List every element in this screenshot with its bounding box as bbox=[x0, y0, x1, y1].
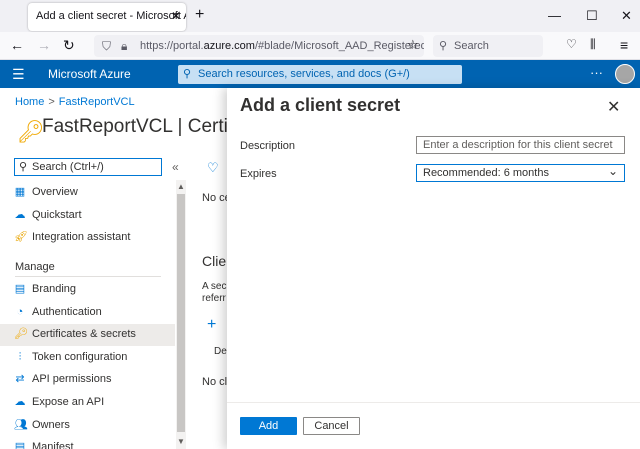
sidebar-item-quickstart[interactable]: ☁ Quickstart bbox=[0, 205, 175, 227]
sidebar-item-label: API permissions bbox=[32, 373, 112, 386]
sidebar-item-label: Authentication bbox=[32, 305, 102, 318]
sidebar-item-certificates-secrets[interactable]: 🔑︎ Certificates & secrets bbox=[0, 324, 175, 347]
manifest-icon: ▤ bbox=[14, 441, 26, 449]
lock-icon[interactable]: 🔒︎ bbox=[121, 39, 127, 54]
bookmark-star-icon[interactable]: ☆ bbox=[407, 37, 419, 53]
sidebar-item-integration-assistant[interactable]: 🚀︎ Integration assistant bbox=[0, 227, 175, 249]
token-icon: ⫶ bbox=[18, 350, 22, 363]
cloud-icon: ☁ bbox=[14, 208, 26, 221]
close-icon[interactable]: ✕ bbox=[607, 97, 620, 117]
avatar[interactable] bbox=[615, 64, 635, 84]
expires-value: Recommended: 6 months bbox=[423, 167, 549, 179]
azure-top-bar: ☰ Microsoft Azure ⚲ Search resources, se… bbox=[0, 60, 640, 88]
url-domain: azure.com bbox=[203, 40, 255, 52]
add-secret-icon[interactable]: + bbox=[207, 316, 216, 334]
expires-dropdown[interactable]: Recommended: 6 months ⌄ bbox=[416, 164, 625, 182]
portal-menu-icon[interactable]: ☰ bbox=[12, 66, 25, 83]
back-icon[interactable]: ← bbox=[10, 37, 24, 53]
left-menu-search[interactable]: ⚲ Search (Ctrl+/) bbox=[14, 158, 162, 176]
rocket-icon: 🚀︎ bbox=[14, 231, 28, 244]
azure-search-box[interactable]: ⚲ Search resources, services, and docs (… bbox=[178, 65, 462, 84]
library-icon[interactable]: ⫼ bbox=[590, 37, 596, 52]
sidebar-item-label: Integration assistant bbox=[32, 231, 131, 244]
description-label: Description bbox=[240, 140, 296, 152]
scroll-up-icon[interactable]: ▲ bbox=[177, 182, 185, 191]
browser-tab-title: Add a client secret - Microsoft Azure bbox=[36, 10, 186, 22]
sidebar-item-label: Manifest bbox=[32, 441, 74, 449]
browser-search-box[interactable]: ⚲ Search bbox=[433, 35, 543, 57]
menu-icon[interactable]: ≡ bbox=[620, 37, 628, 53]
browser-tab[interactable]: Add a client secret - Microsoft Azure ✕ bbox=[28, 3, 186, 31]
sidebar-item-authentication[interactable]: ◔ Authentication bbox=[0, 302, 175, 324]
azure-brand[interactable]: Microsoft Azure bbox=[48, 67, 131, 81]
minimize-icon[interactable]: — bbox=[548, 8, 561, 23]
key-icon: 🔑︎ bbox=[17, 119, 45, 144]
left-menu-scrollbar[interactable]: ▲ ▼ bbox=[176, 180, 186, 449]
auth-icon: ◔ bbox=[16, 305, 24, 318]
more-icon[interactable]: ··· bbox=[590, 65, 603, 80]
azure-search-placeholder: Search resources, services, and docs (G+… bbox=[198, 68, 410, 80]
sidebar-item-manifest[interactable]: ▤ Manifest bbox=[0, 437, 175, 449]
forward-icon[interactable]: → bbox=[37, 37, 51, 53]
browser-tab-strip: Add a client secret - Microsoft Azure ✕ … bbox=[0, 0, 640, 32]
left-search-placeholder: Search (Ctrl+/) bbox=[32, 161, 104, 173]
chevron-down-icon: ⌄ bbox=[607, 164, 618, 178]
expires-label: Expires bbox=[240, 168, 277, 180]
browser-nav-bar: ← → ↻ ⛉ 🔒︎ https://portal.azure.com/#bla… bbox=[0, 32, 640, 60]
permissions-icon: ⇄ bbox=[15, 373, 25, 386]
panel-title: Add a client secret bbox=[240, 95, 401, 115]
panel-footer-divider bbox=[227, 402, 640, 403]
breadcrumb-separator: > bbox=[48, 96, 55, 108]
breadcrumb-app[interactable]: FastReportVCL bbox=[59, 96, 135, 108]
sidebar-item-expose-an-api[interactable]: ☁ Expose an API bbox=[0, 392, 175, 414]
new-tab-icon[interactable]: + bbox=[195, 6, 204, 24]
browser-search-placeholder: Search bbox=[454, 40, 489, 52]
search-icon: ⚲ bbox=[439, 40, 448, 52]
owners-icon: 👥︎ bbox=[14, 418, 28, 431]
sidebar-item-label: Expose an API bbox=[32, 396, 105, 408]
search-icon: ⚲ bbox=[19, 161, 28, 173]
maximize-icon[interactable]: ☐ bbox=[586, 8, 598, 24]
url-path: /#blade/Microsoft_AAD_RegisteredAp bbox=[254, 40, 424, 52]
breadcrumb-home[interactable]: Home bbox=[15, 96, 44, 108]
scroll-down-icon[interactable]: ▼ bbox=[177, 437, 185, 446]
grid-icon: ▦ bbox=[14, 186, 26, 198]
sidebar-item-label: Owners bbox=[32, 418, 70, 431]
sidebar-item-label: Token configuration bbox=[32, 350, 128, 363]
client-secrets-heading: Clie bbox=[202, 253, 227, 269]
breadcrumb: Home > FastReportVCL bbox=[15, 96, 135, 108]
sidebar-item-label: Certificates & secrets bbox=[32, 328, 136, 341]
reload-icon[interactable]: ↻ bbox=[63, 37, 75, 54]
sidebar-item-owners[interactable]: 👥︎ Owners bbox=[0, 415, 175, 437]
sidebar-item-overview[interactable]: ▦ Overview bbox=[0, 182, 175, 204]
shield-icon[interactable]: ⛉ bbox=[102, 39, 111, 54]
divider bbox=[15, 276, 161, 277]
address-bar[interactable]: ⛉ 🔒︎ https://portal.azure.com/#blade/Mic… bbox=[94, 35, 424, 57]
url-prefix: https://portal. bbox=[140, 40, 204, 52]
pocket-icon[interactable]: ♡ bbox=[566, 37, 577, 51]
add-button[interactable]: Add bbox=[240, 417, 297, 435]
description-input[interactable] bbox=[416, 136, 625, 154]
sidebar-item-label: Branding bbox=[32, 283, 77, 295]
sidebar-item-api-permissions[interactable]: ⇄ API permissions bbox=[0, 369, 175, 391]
key-icon: 🔑︎ bbox=[14, 328, 28, 341]
search-icon: ⚲ bbox=[183, 68, 192, 80]
secrets-description-line1: A secr bbox=[202, 281, 230, 292]
add-client-secret-panel: Add a client secret ✕ Description Expire… bbox=[227, 88, 640, 449]
no-secrets-text: No cli bbox=[202, 376, 230, 388]
cloud-api-icon: ☁ bbox=[14, 396, 26, 408]
secrets-description-line2: referr bbox=[202, 293, 226, 304]
sidebar-item-token-configuration[interactable]: ⫶ Token configuration bbox=[0, 347, 175, 369]
sidebar-item-label: Overview bbox=[32, 186, 78, 198]
close-tab-icon[interactable]: ✕ bbox=[171, 9, 181, 23]
scroll-thumb[interactable] bbox=[177, 194, 185, 432]
cancel-button[interactable]: Cancel bbox=[303, 417, 360, 435]
sidebar-item-label: Quickstart bbox=[32, 208, 82, 221]
heart-icon[interactable]: ♡ bbox=[207, 160, 219, 176]
branding-icon: ▤ bbox=[14, 283, 26, 295]
window-close-icon[interactable]: ✕ bbox=[621, 8, 632, 24]
collapse-menu-icon[interactable]: « bbox=[172, 160, 179, 174]
section-header-manage: Manage bbox=[15, 261, 55, 273]
sidebar-item-branding[interactable]: ▤ Branding bbox=[0, 279, 175, 301]
